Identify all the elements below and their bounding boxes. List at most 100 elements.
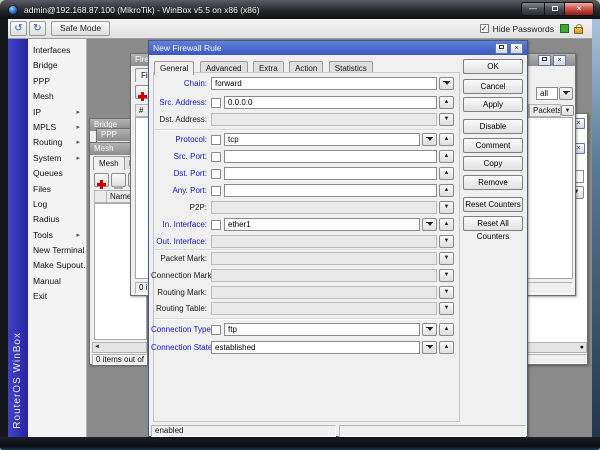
connection-mark-down-button[interactable] xyxy=(439,269,454,282)
dst-address-down-button[interactable] xyxy=(439,113,454,126)
field-row-connection-state: Connection State: established xyxy=(151,341,454,354)
src-port-label: Src. Port: xyxy=(151,152,211,161)
routing-table-down-button[interactable] xyxy=(439,302,454,315)
field-row-routing-table: Routing Table: xyxy=(151,302,454,315)
in-interface-checkbox[interactable] xyxy=(211,220,221,230)
connection-state-up-button[interactable] xyxy=(439,341,454,354)
out-interface-down-button[interactable] xyxy=(439,235,454,248)
connection-state-label: Connection State: xyxy=(151,343,211,352)
hide-passwords-checkbox[interactable]: ✓ xyxy=(480,24,489,33)
dst-port-up-button[interactable] xyxy=(439,167,454,180)
sidebar-item-make-supout[interactable]: Make Supout.rif xyxy=(28,258,86,273)
safe-mode-button[interactable]: Safe Mode xyxy=(51,21,110,36)
winbox-application: admin@192.168.87.100 (MikroTik) - WinBox… xyxy=(0,0,600,450)
connection-type-dropdown-button[interactable] xyxy=(422,323,437,336)
p2p-down-button[interactable] xyxy=(439,201,454,214)
apply-button[interactable]: Apply xyxy=(463,97,523,112)
sidebar-item-tools[interactable]: Tools xyxy=(28,228,86,243)
any-port-field[interactable] xyxy=(224,184,437,197)
dst-port-checkbox[interactable] xyxy=(211,169,221,179)
sidebar-item-exit[interactable]: Exit xyxy=(28,289,86,304)
connection-state-dropdown-button[interactable] xyxy=(422,341,437,354)
reset-counters-button[interactable]: Reset Counters xyxy=(463,197,523,212)
minimize-button[interactable]: — xyxy=(521,2,545,16)
sidebar-item-bridge[interactable]: Bridge xyxy=(28,58,86,73)
sidebar-item-manual[interactable]: Manual xyxy=(28,274,86,289)
firewall-close-icon[interactable]: × xyxy=(553,55,566,66)
src-port-checkbox[interactable] xyxy=(211,152,221,162)
src-address-field[interactable]: 0.0.0.0 xyxy=(224,96,437,109)
mesh-remove-button[interactable] xyxy=(111,173,126,187)
in-interface-dropdown-button[interactable] xyxy=(422,218,437,231)
routing-mark-down-button[interactable] xyxy=(439,286,454,299)
chain-dropdown-button[interactable] xyxy=(439,77,454,90)
dialog-status-extra xyxy=(339,425,526,437)
sidebar-item-radius[interactable]: Radius xyxy=(28,212,86,227)
routing-mark-label: Routing Mark: xyxy=(151,288,211,297)
connection-type-up-button[interactable] xyxy=(439,323,454,336)
src-address-up-button[interactable] xyxy=(439,96,454,109)
sidebar-item-mpls[interactable]: MPLS xyxy=(28,120,86,135)
separator xyxy=(154,318,454,319)
any-port-checkbox[interactable] xyxy=(211,186,221,196)
maximize-button[interactable] xyxy=(545,2,564,16)
out-interface-label: Out. Interface: xyxy=(151,237,211,246)
protocol-dropdown-button[interactable] xyxy=(422,133,437,146)
comment-button[interactable]: Comment xyxy=(463,138,523,153)
separator xyxy=(154,129,454,130)
firewall-filter-field[interactable]: all xyxy=(536,87,558,100)
sidebar-item-queues[interactable]: Queues xyxy=(28,166,86,181)
src-address-checkbox[interactable] xyxy=(211,98,221,108)
firewall-packets-column[interactable]: Packets xyxy=(529,104,561,117)
packet-mark-down-button[interactable] xyxy=(439,252,454,265)
protocol-checkbox[interactable] xyxy=(211,135,221,145)
firewall-hash-column[interactable]: # xyxy=(135,104,149,117)
dialog-titlebar[interactable]: New Firewall Rule xyxy=(149,41,527,55)
mesh-tab-mesh[interactable]: Mesh xyxy=(93,156,125,170)
disable-button[interactable]: Disable xyxy=(463,119,523,134)
in-interface-field[interactable]: ether1 xyxy=(224,218,420,231)
connection-state-field[interactable]: established xyxy=(211,341,420,354)
sidebar-item-log[interactable]: Log xyxy=(28,197,86,212)
dst-port-field[interactable] xyxy=(224,167,437,180)
connection-type-field[interactable]: ftp xyxy=(224,323,420,336)
connection-type-checkbox[interactable] xyxy=(211,325,221,335)
copy-button[interactable]: Copy xyxy=(463,156,523,171)
cancel-button[interactable]: Cancel xyxy=(463,79,523,94)
sidebar-item-ppp[interactable]: PPP xyxy=(28,74,86,89)
mesh-horizontal-scrollbar[interactable]: ◄ xyxy=(92,342,147,353)
field-row-out-interface: Out. Interface: xyxy=(151,235,454,248)
dialog-status-enabled: enabled xyxy=(151,425,336,437)
chain-field[interactable]: forward xyxy=(211,77,437,90)
redo-icon[interactable]: ↻ xyxy=(29,21,46,36)
ok-button[interactable]: OK xyxy=(463,59,523,74)
main-titlebar: admin@192.168.87.100 (MikroTik) - WinBox… xyxy=(0,0,600,19)
sidebar-item-routing[interactable]: Routing xyxy=(28,135,86,150)
reset-all-counters-button[interactable]: Reset All Counters xyxy=(463,216,523,231)
src-port-field[interactable] xyxy=(224,150,437,163)
src-port-up-button[interactable] xyxy=(439,150,454,163)
mesh-add-button[interactable] xyxy=(94,173,109,187)
dialog-maximize-icon[interactable] xyxy=(495,43,508,54)
connection-type-label: Connection Type: xyxy=(151,325,211,334)
sidebar-item-new-terminal[interactable]: New Terminal xyxy=(28,243,86,258)
sidebar-item-interfaces[interactable]: Interfaces xyxy=(28,43,86,58)
close-button[interactable]: × xyxy=(564,2,594,16)
window-bottom-border xyxy=(0,437,600,450)
sidebar-item-ip[interactable]: IP xyxy=(28,105,86,120)
firewall-column-down-button[interactable] xyxy=(561,105,574,116)
any-port-up-button[interactable] xyxy=(439,184,454,197)
sidebar-item-files[interactable]: Files xyxy=(28,182,86,197)
protocol-up-button[interactable] xyxy=(439,133,454,146)
sidebar-item-system[interactable]: System xyxy=(28,151,86,166)
undo-icon[interactable]: ↺ xyxy=(10,21,27,36)
tab-general[interactable]: General xyxy=(154,61,194,75)
sidebar-item-mesh[interactable]: Mesh xyxy=(28,89,86,104)
firewall-maximize-icon[interactable] xyxy=(538,55,551,66)
dialog-close-icon[interactable]: × xyxy=(510,43,523,54)
in-interface-up-button[interactable] xyxy=(439,218,454,231)
fragment-scrollbar[interactable]: ● xyxy=(525,342,587,353)
remove-button[interactable]: Remove xyxy=(463,175,523,190)
firewall-filter-dropdown-button[interactable] xyxy=(559,87,573,100)
protocol-field[interactable]: tcp xyxy=(224,133,420,146)
